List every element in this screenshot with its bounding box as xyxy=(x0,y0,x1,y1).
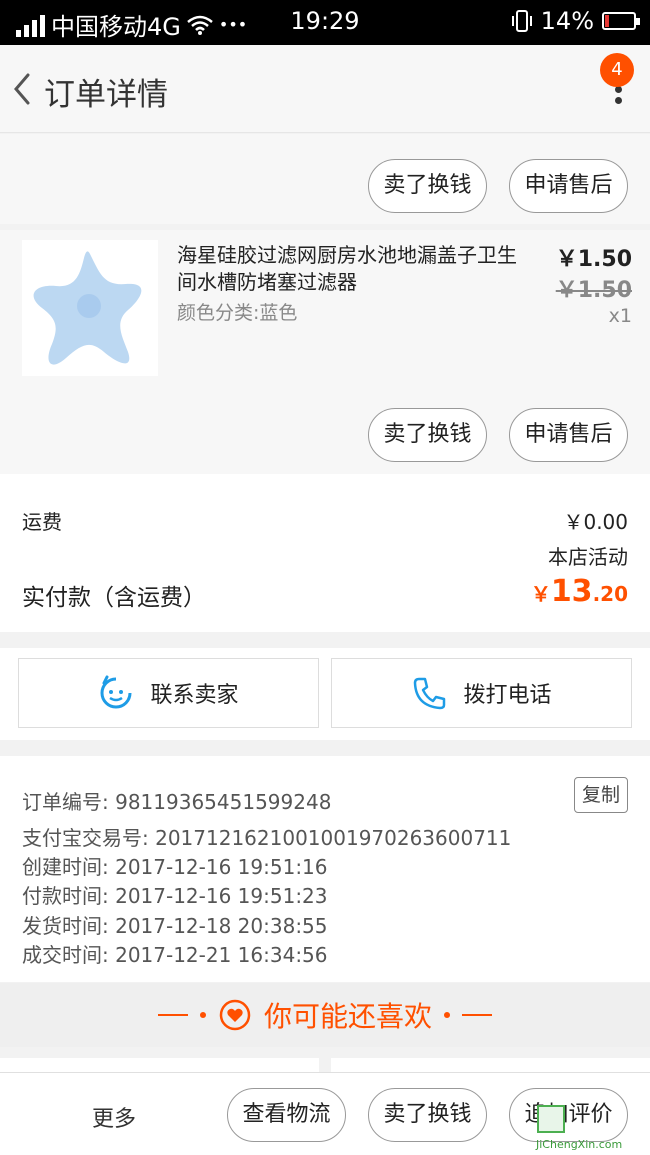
product-image[interactable] xyxy=(22,240,158,376)
watermark-text: JiChengXin.com xyxy=(536,1138,623,1151)
status-bar: 中国移动4G ••• 19:29 14% xyxy=(0,0,650,45)
recommend-header: 你可能还喜欢 xyxy=(0,983,650,1047)
product-spec: 颜色分类:蓝色 xyxy=(177,302,298,324)
completed-time: 成交时间: 2017-12-21 16:34:56 xyxy=(22,943,328,967)
contact-seller-label: 联系卖家 xyxy=(150,683,239,708)
copy-button[interactable]: 复制 xyxy=(574,777,628,813)
vibrate-icon xyxy=(511,10,532,32)
shipped-time: 发货时间: 2017-12-18 20:38:55 xyxy=(22,914,328,938)
divider-right xyxy=(462,1014,492,1016)
alipay-number: 支付宝交易号: 2017121621001001970263600711 xyxy=(22,826,512,850)
shipping-value: ￥0.00 xyxy=(563,510,628,534)
product-quantity: x1 xyxy=(608,305,632,327)
chat-face-icon xyxy=(101,675,132,709)
status-right: 14% xyxy=(511,7,640,35)
product-sell-button[interactable]: 卖了换钱 xyxy=(368,408,487,462)
nav-bar: 订单详情 4 xyxy=(0,45,650,133)
page-title: 订单详情 xyxy=(44,77,168,113)
promo-label: 本店活动 xyxy=(548,545,628,569)
order-number[interactable]: 订单编号: 98119365451599248 xyxy=(22,786,331,815)
contact-seller-button[interactable]: 联系卖家 xyxy=(18,658,319,728)
watermark-logo-icon xyxy=(537,1105,565,1133)
heart-circle-icon xyxy=(219,999,251,1031)
paid-time: 付款时间: 2017-12-16 19:51:23 xyxy=(22,884,328,908)
starfish-filter-image xyxy=(33,251,142,365)
shipping-label: 运费 xyxy=(22,510,62,534)
recommend-label: 你可能还喜欢 xyxy=(263,1000,432,1033)
battery-text: 14% xyxy=(540,7,594,35)
divider-left xyxy=(157,1014,188,1016)
product-name[interactable]: 海星硅胶过滤网厨房水池地漏盖子卫生间水槽防堵塞过滤器 xyxy=(177,242,527,296)
back-arrow-icon[interactable] xyxy=(6,65,42,113)
total-amount: ￥13.20 xyxy=(531,574,628,609)
total-dec: .20 xyxy=(592,582,628,606)
site-watermark: JiChengXin.com xyxy=(528,1104,648,1154)
product-price: ￥1.50 xyxy=(555,247,632,272)
divider-dot-left xyxy=(199,1012,206,1018)
recommend-card-left xyxy=(0,1058,319,1072)
divider-dot-right xyxy=(444,1012,450,1018)
product-original-price: ￥1.50 xyxy=(555,278,632,303)
recommend-card-right xyxy=(331,1058,650,1072)
view-logistics-button[interactable]: 查看物流 xyxy=(227,1088,346,1142)
battery-icon xyxy=(602,12,640,30)
top-after-sale-button[interactable]: 申请售后 xyxy=(509,159,628,213)
more-button[interactable]: 更多 xyxy=(92,1101,136,1133)
phone-icon xyxy=(414,677,446,710)
top-sell-button[interactable]: 卖了换钱 xyxy=(368,159,487,213)
product-after-sale-button[interactable]: 申请售后 xyxy=(509,408,628,462)
notification-badge: 4 xyxy=(600,53,634,87)
total-label: 实付款（含运费） xyxy=(22,585,206,611)
bottom-sell-button[interactable]: 卖了换钱 xyxy=(368,1088,487,1142)
call-phone-button[interactable]: 拨打电话 xyxy=(331,658,632,728)
created-time: 创建时间: 2017-12-16 19:51:16 xyxy=(22,855,328,879)
total-currency: ￥ xyxy=(530,582,551,606)
total-int: 13 xyxy=(550,574,593,609)
call-phone-label: 拨打电话 xyxy=(463,683,552,708)
